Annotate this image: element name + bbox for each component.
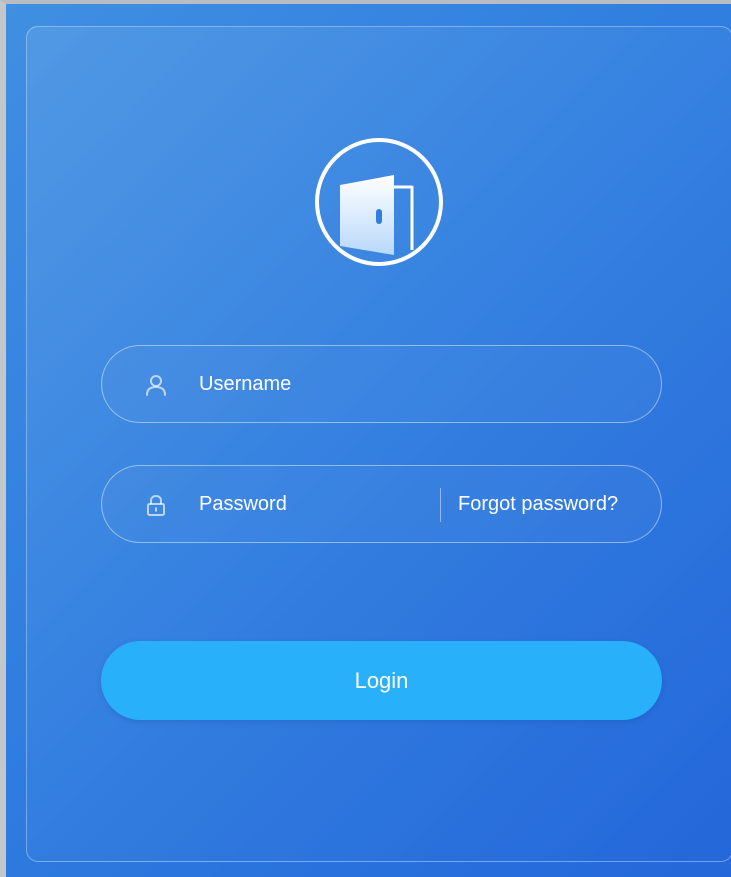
login-button[interactable]: Login xyxy=(101,641,662,720)
user-icon xyxy=(144,373,168,397)
forgot-password-link[interactable]: Forgot password? xyxy=(458,466,618,542)
lock-icon xyxy=(144,493,168,517)
password-input[interactable] xyxy=(199,466,429,542)
username-field xyxy=(101,345,662,423)
username-input[interactable] xyxy=(199,346,639,422)
password-field: Forgot password? xyxy=(101,465,662,543)
app-window: Forgot password? Login xyxy=(0,0,731,877)
door-icon xyxy=(314,137,444,267)
field-divider xyxy=(440,488,441,522)
